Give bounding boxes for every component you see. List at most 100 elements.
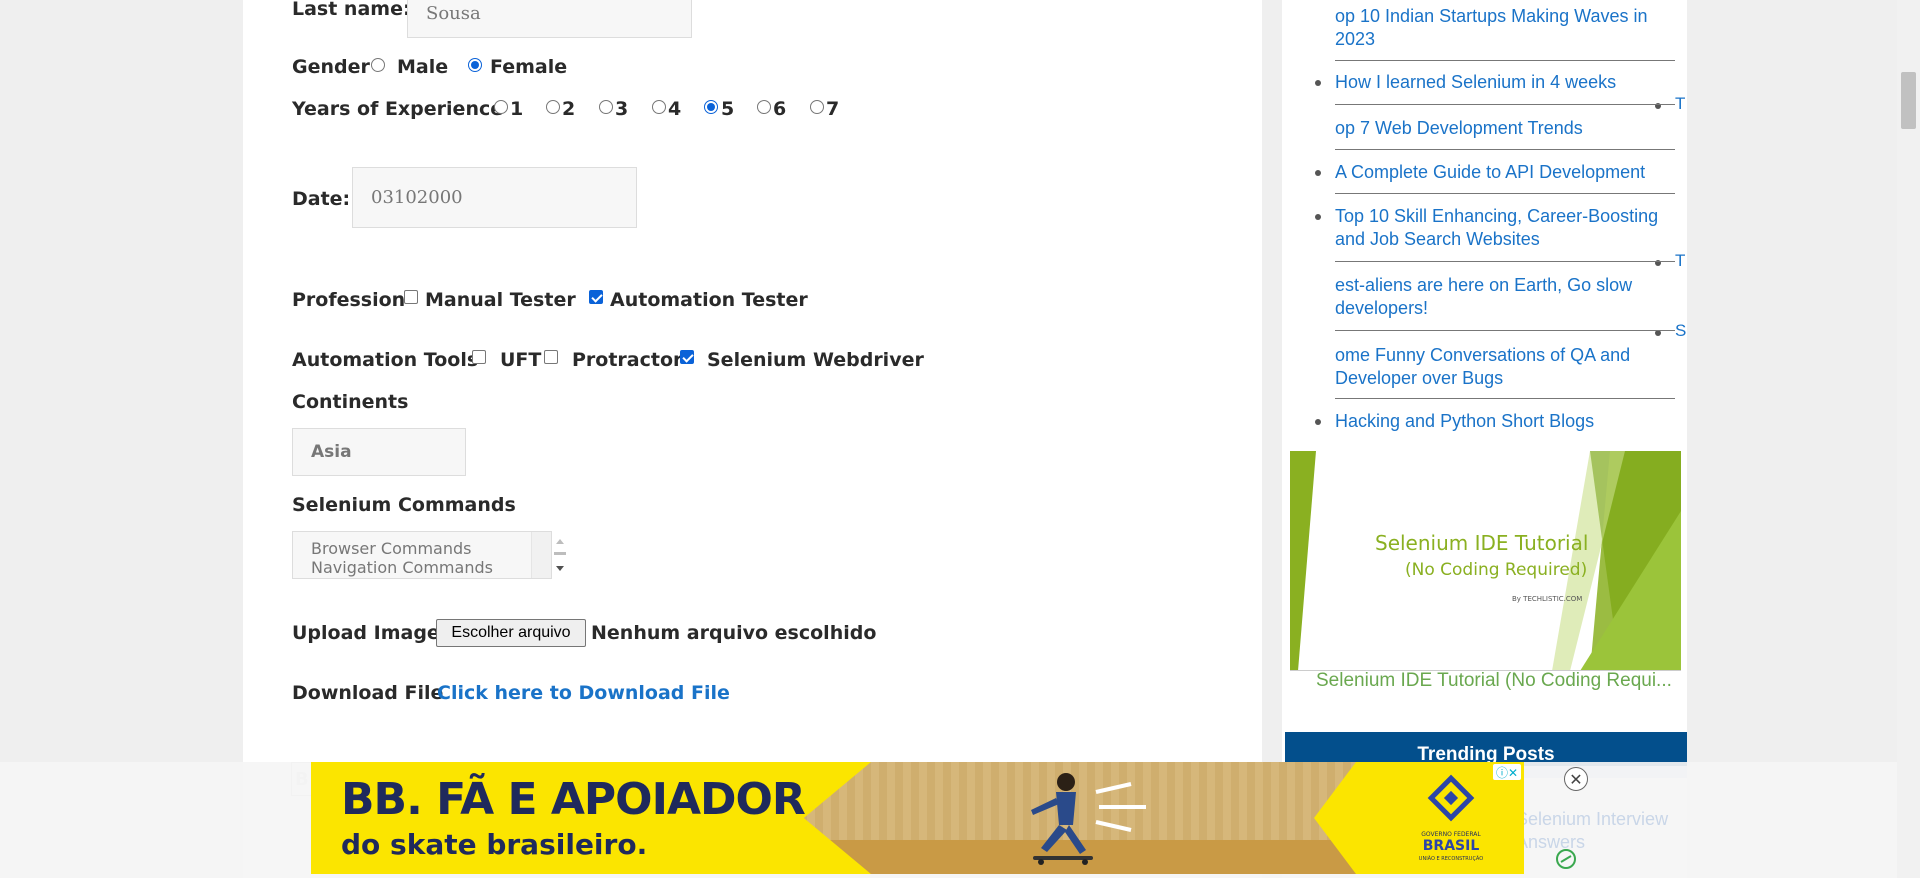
- thumbnail-caption-link[interactable]: Selenium IDE Tutorial (No Coding Requi..…: [1316, 670, 1680, 692]
- experience-radio-7[interactable]: [810, 100, 824, 114]
- sidebar-divider: [1335, 193, 1675, 194]
- choose-file-button[interactable]: Escolher arquivo: [436, 619, 586, 647]
- faded-sidebar-link: Selenium Interview Answers: [1516, 808, 1668, 854]
- gender-female-radio[interactable]: [468, 58, 482, 72]
- selenium-webdriver-label: Selenium Webdriver: [707, 349, 924, 371]
- experience-option-2: 2: [562, 98, 576, 120]
- uft-checkbox[interactable]: [472, 350, 486, 364]
- stray-letter-t[interactable]: T: [1675, 251, 1685, 271]
- sidebar-item-startups[interactable]: op 10 Indian Startups Making Waves in: [1335, 5, 1648, 28]
- sidebar-item-aliens[interactable]: est-aliens are here on Earth, Go slow: [1335, 274, 1632, 297]
- sidebar-item-skill-websites[interactable]: Top 10 Skill Enhancing, Career-Boosting: [1335, 205, 1658, 228]
- profession-label: Profession: [292, 289, 406, 311]
- automation-tools-label: Automation Tools: [292, 349, 479, 371]
- sidebar-divider: [1335, 330, 1675, 331]
- gender-label: Gender: [292, 56, 370, 78]
- experience-option-4: 4: [668, 98, 682, 120]
- command-option-browser[interactable]: Browser Commands: [293, 539, 551, 558]
- selenium-commands-label: Selenium Commands: [292, 494, 516, 516]
- gov-brand: BRASIL: [1423, 838, 1480, 854]
- selenium-ide-thumbnail[interactable]: Selenium IDE Tutorial (No Coding Require…: [1290, 451, 1681, 671]
- last-name-field[interactable]: Sousa: [407, 0, 692, 38]
- download-file-label: Download File: [292, 682, 444, 704]
- gov-subtitle: UNIÃO E RECONSTRUÇÃO: [1419, 855, 1483, 862]
- skater-icon: [1031, 773, 1093, 865]
- sidebar-item-aliens-cont[interactable]: developers!: [1335, 297, 1428, 320]
- faded-line-2: Answers: [1516, 832, 1586, 852]
- sidebar-divider: [1335, 398, 1675, 399]
- bullet: [1315, 214, 1321, 220]
- gov-label: GOVERNO FEDERAL: [1421, 831, 1481, 838]
- experience-option-5: 5: [721, 98, 735, 120]
- thumbnail-subtitle: (No Coding Required): [1405, 560, 1588, 580]
- sidebar-item-startups-cont[interactable]: 2023: [1335, 28, 1375, 51]
- experience-radio-2[interactable]: [546, 100, 560, 114]
- sidebar-item-selenium-weeks[interactable]: How I learned Selenium in 4 weeks: [1335, 71, 1616, 94]
- manual-tester-checkbox[interactable]: [404, 290, 418, 304]
- ad-banner[interactable]: BB. FÃ E APOIADOR do skate brasileiro. G…: [311, 762, 1524, 874]
- page-scrollbar-thumb[interactable]: [1901, 72, 1916, 129]
- ad-headline: BB. FÃ E APOIADOR: [341, 774, 806, 825]
- faded-line-1: Selenium Interview: [1516, 809, 1669, 829]
- upload-image-label: Upload Image: [292, 622, 440, 644]
- date-field[interactable]: 03102000: [352, 167, 637, 228]
- sidebar-divider: [1335, 149, 1675, 150]
- continents-select[interactable]: Asia: [292, 428, 466, 476]
- uft-label: UFT: [500, 349, 542, 371]
- stray-letter-t[interactable]: T: [1675, 94, 1685, 114]
- page-scrollbar[interactable]: [1897, 0, 1920, 878]
- experience-radio-3[interactable]: [599, 100, 613, 114]
- experience-radio-6[interactable]: [757, 100, 771, 114]
- protractor-label: Protractor: [572, 349, 683, 371]
- continents-label: Continents: [292, 391, 409, 413]
- bullet: [1315, 419, 1321, 425]
- download-file-link[interactable]: Click here to Download File: [437, 682, 730, 704]
- date-label: Date:: [292, 188, 351, 210]
- sidebar-item-skill-websites-cont[interactable]: and Job Search Websites: [1335, 228, 1540, 251]
- sidebar-divider: [1335, 261, 1675, 262]
- continents-value: Asia: [311, 442, 352, 462]
- selenium-webdriver-checkbox[interactable]: [680, 350, 694, 364]
- experience-radio-1[interactable]: [494, 100, 508, 114]
- command-option-navigation[interactable]: Navigation Commands: [293, 558, 551, 577]
- sidebar-divider: [1335, 60, 1675, 61]
- listbox-scrollbar[interactable]: [531, 532, 566, 578]
- protractor-checkbox[interactable]: [544, 350, 558, 364]
- upload-status: Nenhum arquivo escolhido: [591, 622, 877, 644]
- sidebar-divider: [1335, 104, 1675, 105]
- bullet: [1315, 170, 1321, 176]
- sidebar-item-hacking-python[interactable]: Hacking and Python Short Blogs: [1335, 410, 1594, 433]
- bullet: [1315, 80, 1321, 86]
- experience-radio-5[interactable]: [704, 100, 718, 114]
- last-name-label: Last name:: [292, 0, 411, 20]
- sidebar-item-qa-conversations[interactable]: ome Funny Conversations of QA and: [1335, 344, 1630, 367]
- gender-female-label: Female: [490, 56, 568, 78]
- selenium-commands-listbox[interactable]: Browser Commands Navigation Commands: [292, 531, 566, 579]
- experience-option-6: 6: [773, 98, 787, 120]
- experience-option-1: 1: [510, 98, 524, 120]
- gender-male-radio[interactable]: [371, 58, 385, 72]
- automation-tester-checkbox[interactable]: [589, 290, 603, 304]
- sidebar-item-web-trends[interactable]: op 7 Web Development Trends: [1335, 117, 1583, 140]
- sidebar-item-api-guide[interactable]: A Complete Guide to API Development: [1335, 161, 1645, 184]
- automation-tester-label: Automation Tester: [610, 289, 808, 311]
- date-value: 03102000: [371, 187, 463, 208]
- experience-radio-4[interactable]: [652, 100, 666, 114]
- thumbnail-byline: By TECHLISTIC.COM: [1512, 595, 1583, 603]
- stray-letter-s[interactable]: S: [1675, 321, 1686, 341]
- ad-badge-icon[interactable]: [1555, 848, 1577, 870]
- last-name-value: Sousa: [426, 2, 481, 24]
- ad-close-icon[interactable]: ✕: [1564, 767, 1588, 791]
- experience-option-3: 3: [615, 98, 629, 120]
- ad-subheadline: do skate brasileiro.: [341, 828, 648, 861]
- ad-info-icon[interactable]: ⓘ✕: [1493, 764, 1521, 780]
- thumbnail-title: Selenium IDE Tutorial: [1375, 531, 1589, 555]
- bb-logo-icon: GOVERNO FEDERAL BRASIL UNIÃO E RECONSTRU…: [1419, 774, 1483, 862]
- listbox-scroll-arrows-icon: [554, 539, 566, 571]
- gender-male-label: Male: [397, 56, 449, 78]
- motion-lines-icon: [1095, 782, 1146, 832]
- experience-label: Years of Experience: [292, 98, 504, 120]
- experience-option-7: 7: [826, 98, 840, 120]
- manual-tester-label: Manual Tester: [425, 289, 576, 311]
- sidebar-item-qa-conversations-cont[interactable]: Developer over Bugs: [1335, 367, 1503, 390]
